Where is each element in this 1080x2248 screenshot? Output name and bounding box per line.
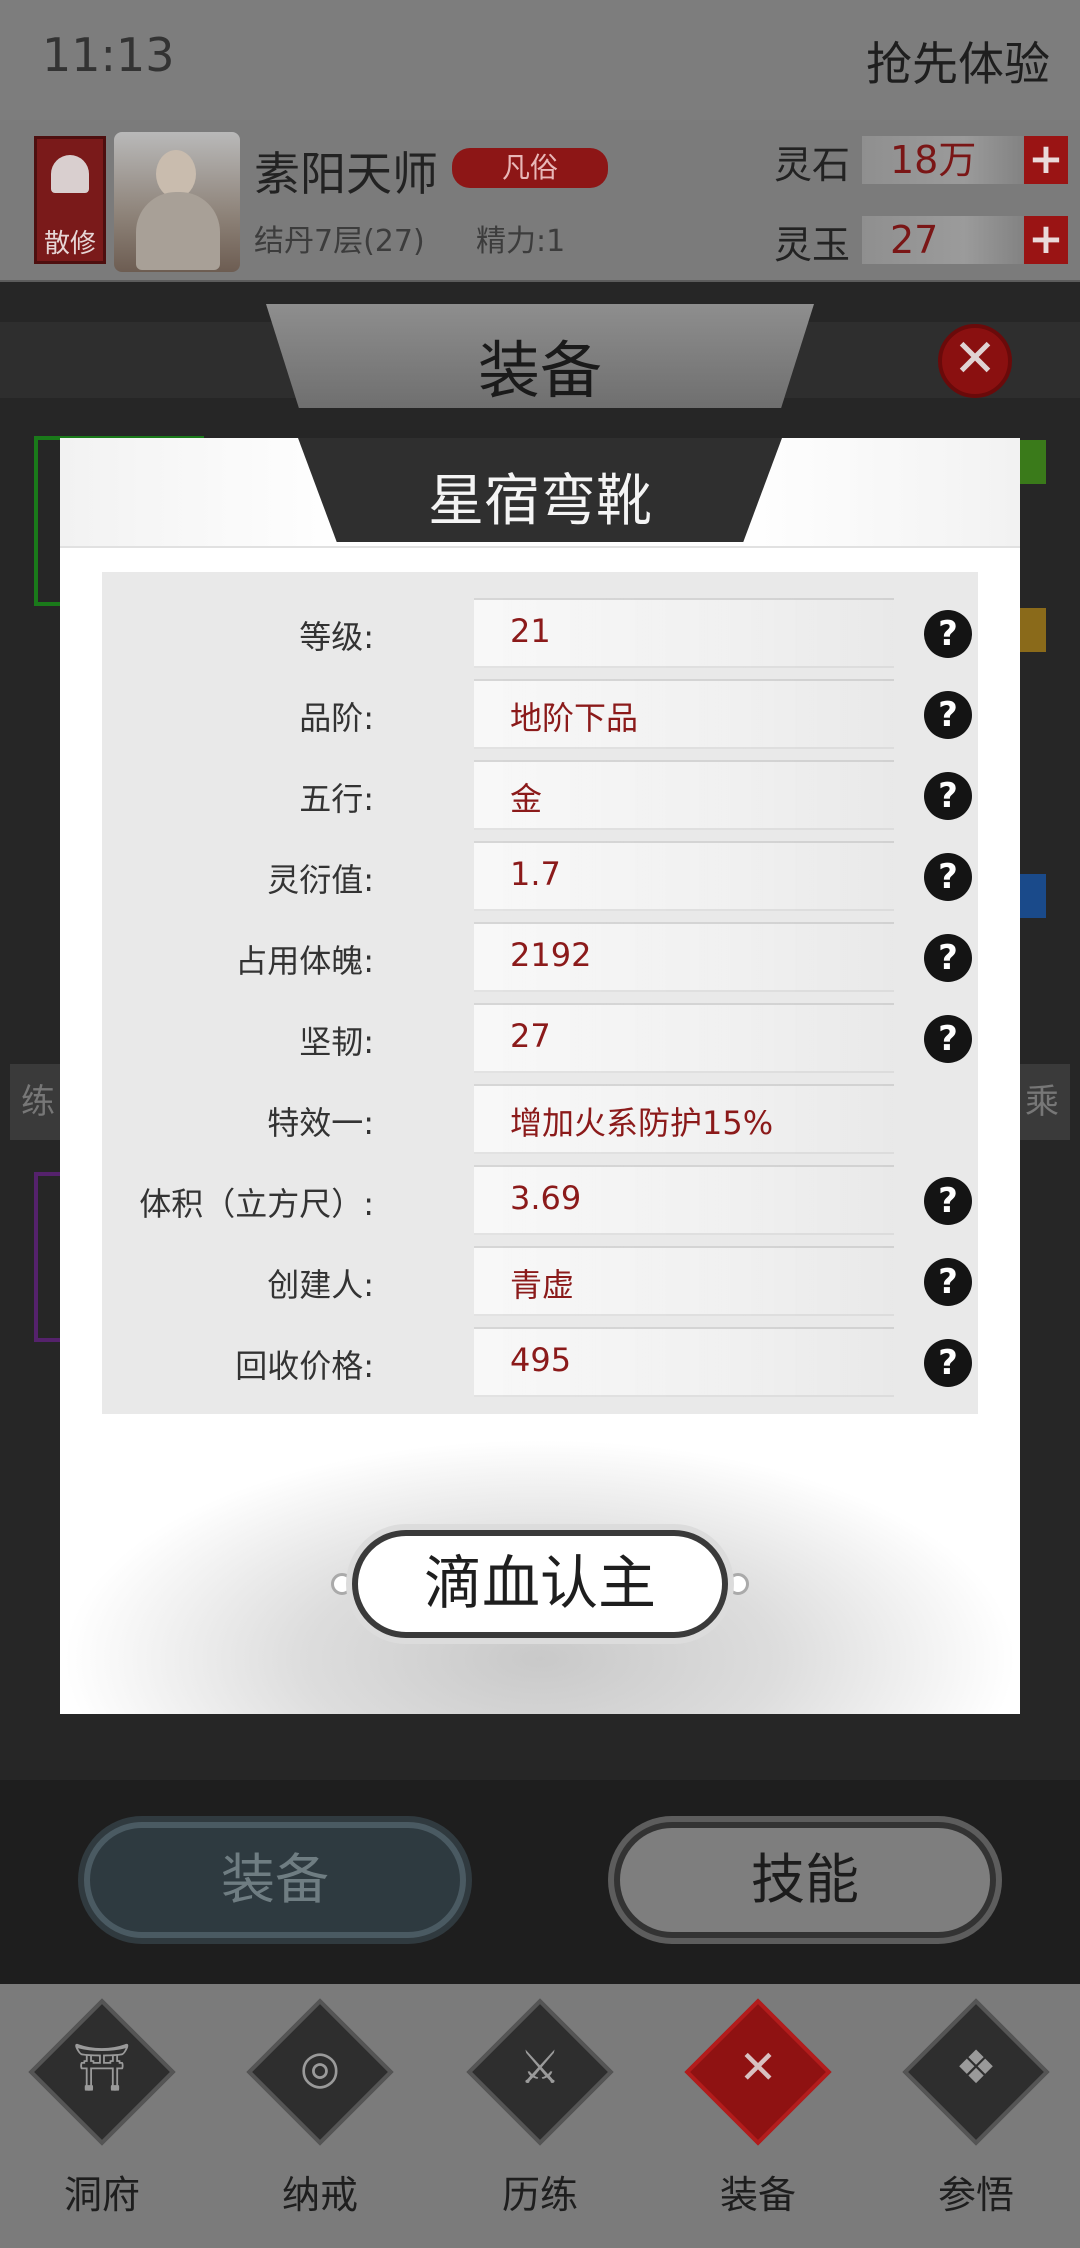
attribute-value: 地阶下品: [510, 699, 639, 737]
attribute-table: 等级: 21 ? 品阶: 地阶下品 ? 五行: 金 ? 灵衍值: 1.7 ? 占…: [102, 572, 978, 1414]
attribute-row: 占用体魄: 2192 ?: [102, 918, 978, 999]
lotus-icon: [51, 155, 89, 193]
attribute-row: 体积（立方尺）: 3.69 ?: [102, 1161, 978, 1242]
energy-value: 精力:1: [476, 224, 566, 259]
nav-item-insight[interactable]: ❖ 参悟: [876, 1984, 1076, 2248]
bind-owner-button[interactable]: 滴血认主: [352, 1530, 728, 1638]
equipment-tab-button[interactable]: 装备: [84, 1822, 466, 1938]
attribute-label: 坚韧:: [299, 1023, 374, 1061]
early-access-label[interactable]: 抢先体验: [866, 28, 1050, 94]
nav-label: 装备: [719, 2173, 796, 2217]
crossed-swords-icon: ⚔: [519, 2040, 561, 2094]
attribute-value: 495: [510, 1341, 572, 1379]
item-name: 星宿弯靴: [428, 469, 652, 534]
clock: 11:13: [42, 28, 175, 82]
attribute-label: 特效一:: [267, 1104, 374, 1142]
attribute-row: 回收价格: 495 ?: [102, 1323, 978, 1404]
cultivation-realm: 结丹7层(27): [254, 224, 425, 259]
attribute-value: 1.7: [510, 855, 561, 893]
item-detail-modal: 星宿弯靴 等级: 21 ? 品阶: 地阶下品 ? 五行: 金 ? 灵衍值: 1.…: [60, 438, 1020, 1714]
status-bar: 11:13 抢先体验: [0, 0, 1080, 120]
quality-strip: [1016, 608, 1046, 652]
attribute-row: 五行: 金 ?: [102, 756, 978, 837]
attribute-row: 等级: 21 ?: [102, 594, 978, 675]
help-icon[interactable]: ?: [924, 1339, 972, 1387]
attribute-row: 坚韧: 27 ?: [102, 999, 978, 1080]
attribute-value: 27: [510, 1017, 551, 1055]
help-icon[interactable]: ?: [924, 853, 972, 901]
avatar[interactable]: [114, 132, 240, 272]
equipment-icon: ✕: [738, 2040, 778, 2094]
help-icon[interactable]: ?: [924, 934, 972, 982]
nav-item-training[interactable]: ⚔ 历练: [440, 1984, 640, 2248]
attribute-row: 创建人: 青虚 ?: [102, 1242, 978, 1323]
help-icon[interactable]: ?: [924, 610, 972, 658]
spirit-stone-value: 18万: [862, 136, 1032, 184]
sect-label: 散修: [43, 229, 96, 259]
cave-dwelling-icon: ⛩: [72, 2040, 132, 2094]
nav-item-equipment[interactable]: ✕ 装备: [658, 1984, 858, 2248]
attribute-label: 回收价格:: [235, 1347, 374, 1385]
nav-label: 洞府: [63, 2173, 140, 2217]
help-icon[interactable]: ?: [924, 1015, 972, 1063]
attribute-value: 金: [510, 780, 543, 818]
attribute-row: 灵衍值: 1.7 ?: [102, 837, 978, 918]
panel-title: 装备: [477, 334, 602, 407]
left-side-tab[interactable]: 练: [10, 1064, 66, 1140]
button-knob: [331, 1573, 353, 1595]
spirit-jade-label: 灵玉: [774, 223, 851, 267]
attribute-row: 品阶: 地阶下品 ?: [102, 675, 978, 756]
attribute-value: 3.69: [510, 1179, 582, 1217]
attribute-label: 占用体魄:: [235, 942, 374, 980]
add-spirit-jade-button[interactable]: +: [1024, 216, 1068, 264]
help-icon[interactable]: ?: [924, 691, 972, 739]
player-header: 散修 素阳天师 凡俗 结丹7层(27) 精力:1 灵石 18万 + 灵玉 27 …: [0, 120, 1080, 282]
avatar-head: [156, 150, 196, 198]
rank-badge: 凡俗: [452, 148, 608, 188]
spirit-stone-label: 灵石: [774, 143, 851, 187]
quality-strip: [1016, 874, 1046, 918]
open-book-icon: ❖: [955, 2040, 997, 2094]
attribute-row: 特效一: 增加火系防护15%: [102, 1080, 978, 1161]
bottom-nav: ⛩ 洞府 ◎ 纳戒 ⚔ 历练 ✕ 装备 ❖ 参悟: [0, 1984, 1080, 2248]
attribute-value: 增加火系防护15%: [510, 1104, 774, 1142]
help-icon[interactable]: ?: [924, 1177, 972, 1225]
attribute-value: 2192: [510, 936, 592, 974]
right-side-tab[interactable]: 乘: [1014, 1064, 1070, 1140]
attribute-value: 21: [510, 612, 551, 650]
help-icon[interactable]: ?: [924, 1258, 972, 1306]
nav-item-cave[interactable]: ⛩ 洞府: [2, 1984, 202, 2248]
attribute-label: 五行:: [299, 780, 374, 818]
add-spirit-stone-button[interactable]: +: [1024, 136, 1068, 184]
attribute-label: 体积（立方尺）:: [139, 1185, 374, 1223]
attribute-value: 青虚: [510, 1266, 575, 1304]
attribute-label: 等级:: [299, 618, 374, 656]
avatar-robe: [136, 192, 220, 270]
button-knob: [727, 1573, 749, 1595]
quality-strip: [1016, 440, 1046, 484]
attribute-label: 创建人:: [267, 1266, 374, 1304]
player-name: 素阳天师: [254, 147, 438, 201]
nav-item-ring[interactable]: ◎ 纳戒: [220, 1984, 420, 2248]
attribute-label: 品阶:: [299, 699, 374, 737]
storage-ring-icon: ◎: [299, 2040, 341, 2094]
sect-badge[interactable]: 散修: [34, 136, 106, 264]
attribute-label: 灵衍值:: [267, 861, 374, 899]
nav-label: 历练: [501, 2173, 578, 2217]
spirit-jade-value: 27: [862, 216, 1032, 264]
nav-label: 参悟: [937, 2173, 1014, 2217]
skills-tab-button[interactable]: 技能: [614, 1822, 996, 1938]
nav-label: 纳戒: [281, 2173, 358, 2217]
help-icon[interactable]: ?: [924, 772, 972, 820]
close-button[interactable]: ✕: [938, 324, 1012, 398]
